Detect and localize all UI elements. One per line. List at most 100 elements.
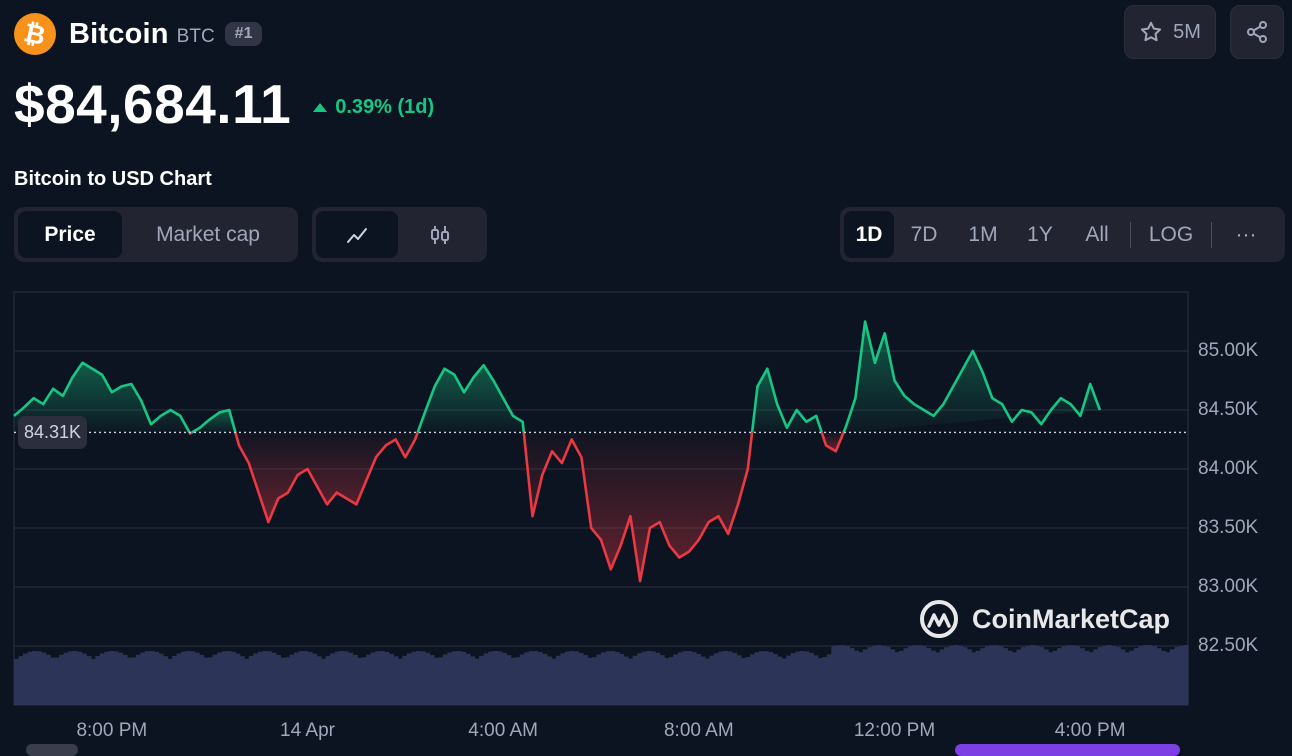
volume-bar (68, 651, 74, 705)
volume-bar (1174, 647, 1180, 705)
tab-7d[interactable]: 7D (894, 211, 954, 258)
volume-bar (280, 657, 286, 705)
y-tick-label: 83.00K (1198, 576, 1259, 597)
volume-bar (569, 651, 575, 705)
volume-bar (1138, 646, 1144, 705)
volume-bar (429, 655, 435, 705)
tab-1d[interactable]: 1D (844, 211, 894, 258)
volume-bar (614, 652, 620, 705)
volume-bar (479, 655, 485, 705)
volume-bar (1102, 645, 1108, 705)
volume-bar (18, 656, 24, 705)
volume-bar (325, 655, 331, 705)
volume-bar (957, 645, 963, 705)
volume-bar (131, 657, 137, 705)
watchlist-button[interactable]: 5M (1124, 5, 1216, 59)
volume-bar (181, 651, 187, 705)
volume-bar (307, 651, 313, 705)
price-line-down (234, 431, 419, 524)
volume-bar (668, 657, 674, 705)
candlestick-icon (431, 225, 450, 244)
volume-bar (1133, 648, 1139, 705)
volume-bar (1079, 648, 1085, 705)
volume-bar (334, 651, 340, 705)
volume-bar (591, 657, 598, 705)
volume-bar (461, 651, 467, 705)
tab-market-cap[interactable]: Market cap (122, 211, 294, 258)
volume-bar (880, 645, 887, 705)
volume-bar (759, 651, 765, 705)
volume-bar (397, 658, 403, 705)
volume-bar (777, 656, 783, 705)
volume-bar (853, 650, 859, 705)
volume-bar (664, 657, 670, 705)
volume-bar (54, 657, 60, 705)
tab-candlestick[interactable] (398, 211, 483, 258)
more-options-button[interactable]: ··· (1216, 211, 1276, 258)
volume-bar (1151, 646, 1157, 705)
area-fill-up (417, 365, 524, 433)
area-fill-down (821, 432, 844, 452)
volume-bar (176, 653, 182, 705)
purple-banner-edge[interactable] (955, 744, 1180, 756)
tab-all[interactable]: All (1068, 211, 1126, 258)
volume-bar (1124, 652, 1130, 705)
tab-price[interactable]: Price (18, 211, 122, 258)
volume-bar (420, 651, 426, 705)
volume-bar (212, 654, 218, 705)
volume-bar (686, 651, 692, 705)
volume-bar (415, 651, 421, 705)
volume-bar (899, 650, 905, 705)
volume-bar (808, 652, 814, 705)
volume-bar (754, 652, 760, 705)
volume-bar (921, 646, 927, 705)
chart-title: Bitcoin to USD Chart (14, 168, 212, 190)
tab-1m[interactable]: 1M (954, 211, 1012, 258)
volume-bar (208, 657, 214, 705)
volume-bar (275, 654, 282, 705)
volume-bar (1165, 652, 1171, 705)
volume-bar (704, 658, 710, 705)
tab-line-chart[interactable] (316, 211, 398, 258)
volume-bar (917, 645, 923, 705)
volume-bar (998, 646, 1004, 705)
volume-bar (930, 650, 936, 705)
volume-bar (1084, 650, 1090, 705)
price-line-down (188, 431, 193, 435)
y-tick-label: 84.50K (1198, 399, 1259, 420)
tab-1y[interactable]: 1Y (1012, 211, 1068, 258)
volume-bar (1115, 647, 1121, 705)
volume-bar (582, 655, 589, 705)
volume-bar (835, 645, 841, 705)
volume-bar (122, 654, 128, 705)
volume-bar (894, 652, 900, 705)
volume-bar (641, 651, 647, 705)
bitcoin-logo-icon: ₿ (14, 13, 56, 55)
volume-bar (1002, 648, 1008, 705)
volume-bar (912, 645, 918, 705)
volume-bar (438, 657, 444, 705)
volume-bar (677, 652, 683, 705)
x-tick-label: 14 Apr (280, 720, 335, 741)
chart-frame (13, 291, 1189, 706)
share-button[interactable] (1230, 5, 1284, 59)
volume-bar (1029, 645, 1036, 705)
volume-bar (330, 653, 336, 705)
volume-bar (655, 652, 661, 705)
volume-bar (244, 658, 250, 705)
volume-bar (813, 655, 819, 705)
price-line-up (191, 408, 237, 434)
volume-bar (90, 658, 96, 705)
volume-bar (542, 653, 548, 705)
volume-bar (862, 649, 869, 705)
volume-bar (235, 653, 241, 705)
range-divider (1211, 221, 1212, 248)
volume-bar (564, 651, 570, 705)
volume-bar (226, 651, 232, 705)
volume-bar (1066, 645, 1072, 705)
tab-log[interactable]: LOG (1135, 211, 1207, 258)
volume-bar (298, 651, 304, 705)
volume-bar (77, 651, 83, 705)
volume-bar (81, 653, 87, 705)
price-line-down (820, 431, 845, 453)
